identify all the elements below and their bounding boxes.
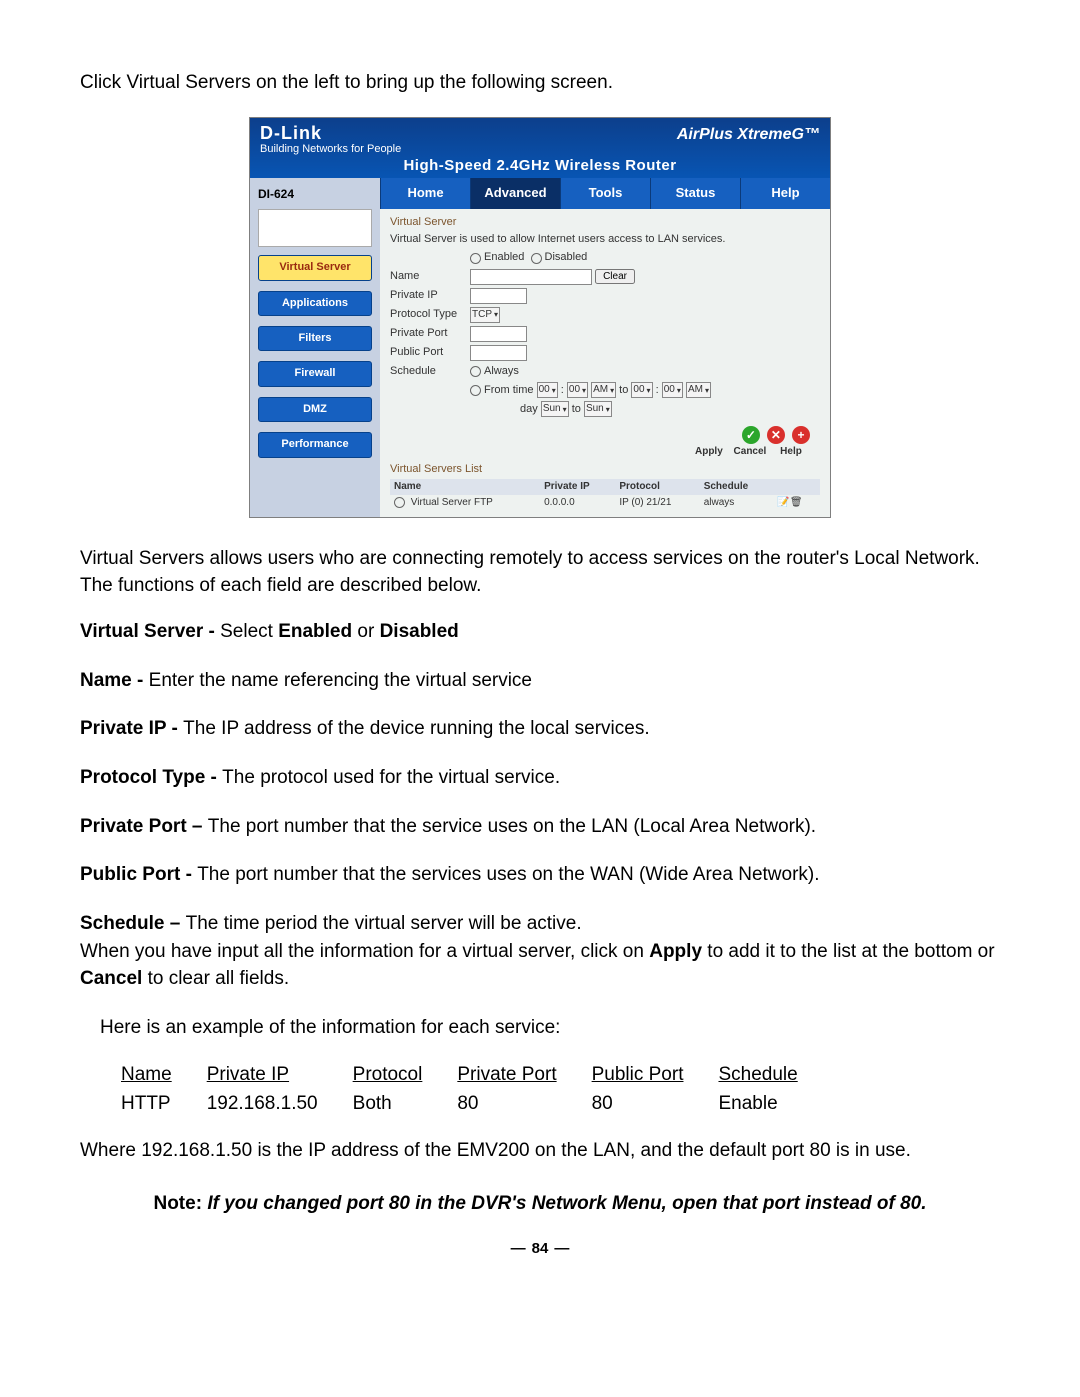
clear-button[interactable]: Clear	[595, 269, 635, 284]
sidebar-applications[interactable]: Applications	[258, 291, 372, 316]
intro-text: Click Virtual Servers on the left to bri…	[80, 70, 1000, 97]
th-name: Name	[390, 479, 540, 495]
page-number: 84	[80, 1238, 1000, 1259]
row-radio[interactable]	[394, 497, 405, 508]
day-from-select[interactable]: Sun	[541, 401, 569, 417]
tab-home[interactable]: Home	[380, 178, 470, 208]
sidebar-dmz[interactable]: DMZ	[258, 397, 372, 422]
min2-select[interactable]: 00	[662, 382, 683, 398]
help-label: Help	[772, 445, 810, 459]
product-tagline: High-Speed 2.4GHz Wireless Router	[260, 155, 820, 176]
row-actions[interactable]: 📝🗑	[773, 495, 820, 511]
example-row: HTTP192.168.1.50Both 8080Enable	[120, 1090, 832, 1119]
device-image	[258, 209, 372, 247]
tab-advanced[interactable]: Advanced	[470, 178, 560, 208]
list-title: Virtual Servers List	[390, 462, 820, 477]
note-text: Note: If you changed port 80 in the DVR'…	[80, 1191, 1000, 1218]
th-sched: Schedule	[700, 479, 774, 495]
ampm1-select[interactable]: AM	[591, 382, 616, 398]
th-pip: Private IP	[540, 479, 615, 495]
private-ip-label: Private IP	[390, 288, 470, 303]
private-port-input[interactable]	[470, 326, 527, 342]
def-virtual-server: Virtual Server - Select Enabled or Disab…	[80, 619, 1000, 646]
sidebar-filters[interactable]: Filters	[258, 326, 372, 351]
from-radio[interactable]	[470, 385, 481, 396]
section-title: Virtual Server	[390, 215, 820, 230]
where-text: Where 192.168.1.50 is the IP address of …	[80, 1138, 1000, 1165]
sidebar-firewall[interactable]: Firewall	[258, 361, 372, 386]
apply-icon[interactable]: ✓	[742, 426, 760, 444]
name-label: Name	[390, 269, 470, 284]
def-public-port: Public Port - The port number that the s…	[80, 862, 1000, 889]
always-label: Always	[484, 364, 519, 379]
ex-th-pip: Private IP	[206, 1061, 352, 1090]
day-to-select[interactable]: Sun	[584, 401, 612, 417]
ex-th-pport: Private Port	[456, 1061, 590, 1090]
tab-status[interactable]: Status	[650, 178, 740, 208]
enabled-radio[interactable]	[470, 253, 481, 264]
def-name: Name - Enter the name referencing the vi…	[80, 668, 1000, 695]
product-logo: AirPlus XtremeG™	[677, 124, 820, 146]
router-screenshot: D-Link Building Networks for People AirP…	[249, 117, 831, 518]
ex-th-proto: Protocol	[352, 1061, 457, 1090]
ex-th-pubport: Public Port	[591, 1061, 718, 1090]
tab-help[interactable]: Help	[740, 178, 830, 208]
hour2-select[interactable]: 00	[631, 382, 652, 398]
def-schedule: Schedule – The time period the virtual s…	[80, 911, 1000, 938]
help-icon[interactable]: +	[792, 426, 810, 444]
protocol-select[interactable]: TCP	[470, 307, 500, 323]
to-label: to	[619, 383, 628, 398]
section-desc: Virtual Server is used to allow Internet…	[390, 232, 820, 247]
cancel-icon[interactable]: ✕	[767, 426, 785, 444]
th-proto: Protocol	[615, 479, 699, 495]
def-private-ip: Private IP - The IP address of the devic…	[80, 716, 1000, 743]
tab-bar: Home Advanced Tools Status Help	[380, 178, 830, 208]
para-description: Virtual Servers allows users who are con…	[80, 546, 1000, 599]
public-port-input[interactable]	[470, 345, 527, 361]
example-intro: Here is an example of the information fo…	[100, 1015, 1000, 1042]
hour1-select[interactable]: 00	[537, 382, 558, 398]
time-label: time	[513, 383, 534, 398]
public-port-label: Public Port	[390, 345, 470, 360]
to-label-2: to	[572, 402, 581, 417]
model-label: DI-624	[258, 186, 372, 203]
schedule-label: Schedule	[390, 364, 470, 379]
protocol-type-label: Protocol Type	[390, 307, 470, 322]
ampm2-select[interactable]: AM	[686, 382, 711, 398]
name-input[interactable]	[470, 269, 592, 285]
apply-label: Apply	[690, 445, 728, 459]
def-private-port: Private Port – The port number that the …	[80, 814, 1000, 841]
def-protocol-type: Protocol Type - The protocol used for th…	[80, 765, 1000, 792]
tab-tools[interactable]: Tools	[560, 178, 650, 208]
from-label: From	[484, 383, 510, 398]
private-ip-input[interactable]	[470, 288, 527, 304]
disabled-radio[interactable]	[531, 253, 542, 264]
example-table: Name Private IP Protocol Private Port Pu…	[120, 1061, 832, 1118]
sidebar-performance[interactable]: Performance	[258, 432, 372, 457]
sidebar-virtual-server[interactable]: Virtual Server	[258, 255, 372, 280]
disabled-label: Disabled	[545, 250, 588, 265]
always-radio[interactable]	[470, 366, 481, 377]
brand-block: D-Link Building Networks for People	[260, 124, 401, 156]
table-row: Virtual Server FTP 0.0.0.0 IP (0) 21/21 …	[390, 495, 820, 511]
day-label: day	[520, 402, 538, 417]
private-port-label: Private Port	[390, 326, 470, 341]
min1-select[interactable]: 00	[567, 382, 588, 398]
servers-table: Name Private IP Protocol Schedule Virtua…	[390, 479, 820, 511]
enabled-label: Enabled	[484, 250, 524, 265]
cancel-label: Cancel	[731, 445, 769, 459]
sidebar: DI-624 Virtual Server Applications Filte…	[250, 178, 380, 517]
ex-th-sched: Schedule	[717, 1061, 831, 1090]
ex-th-name: Name	[120, 1061, 206, 1090]
def-apply-cancel: When you have input all the information …	[80, 939, 1000, 992]
